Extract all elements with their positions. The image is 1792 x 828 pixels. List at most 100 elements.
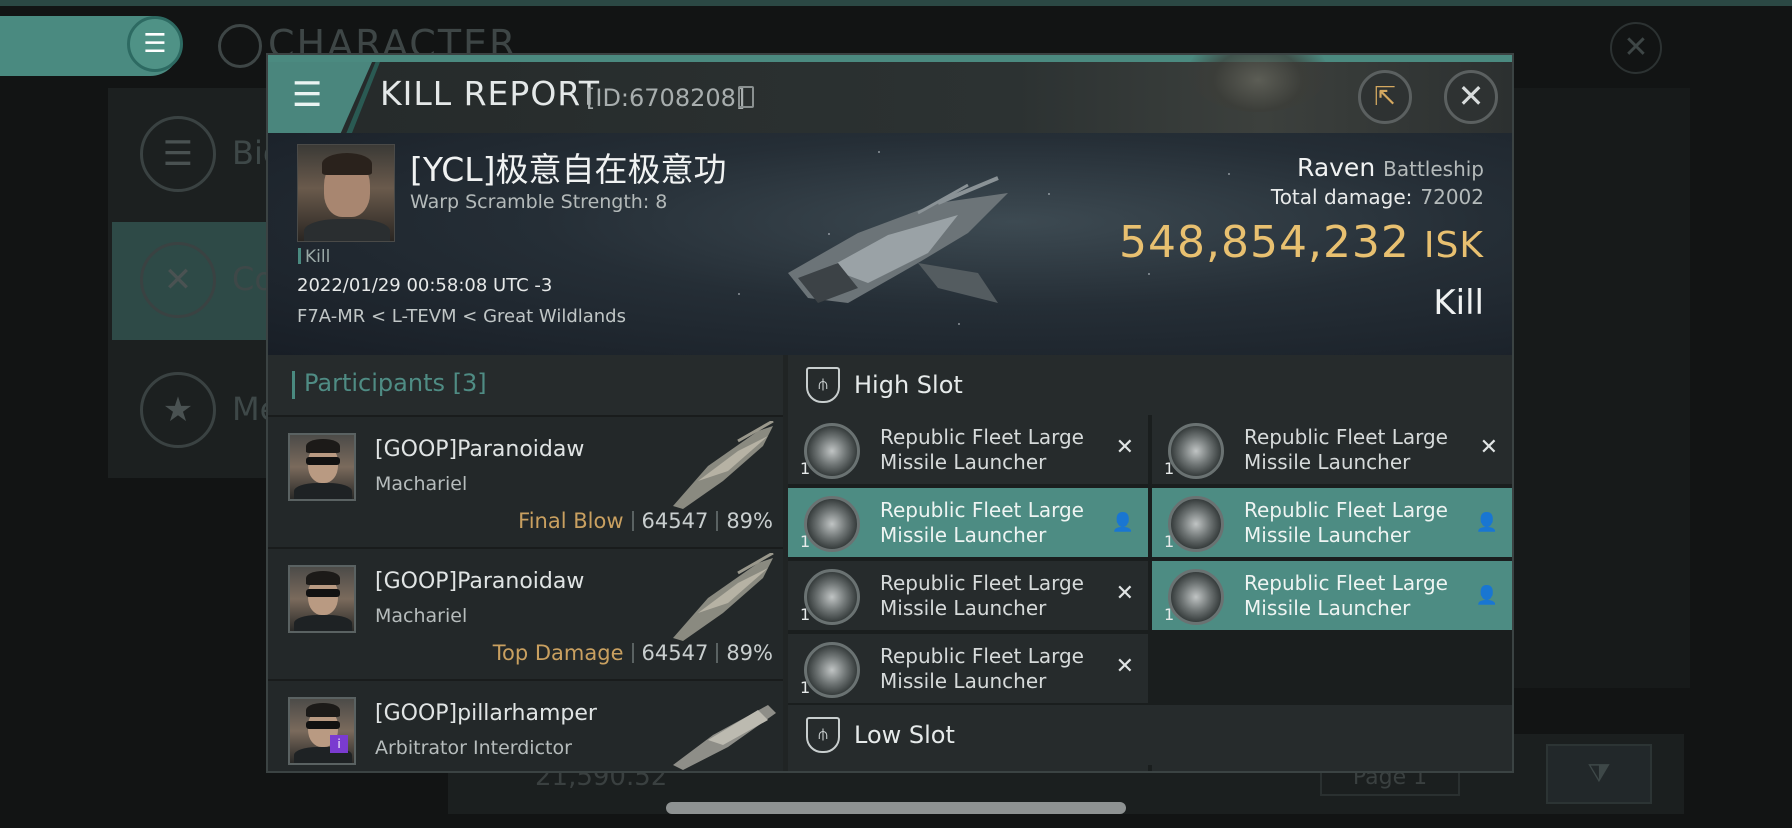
missile-launcher-icon [1168, 569, 1224, 625]
module-name: Republic Fleet Large Missile Launcher [880, 425, 1084, 474]
menu-button[interactable]: ☰ [268, 62, 372, 133]
isk-amount: 548,854,232 [1119, 217, 1410, 268]
destroyed-icon: ✕ [1115, 435, 1134, 460]
participant-ship-image [673, 421, 774, 509]
info-badge-icon: i [330, 735, 348, 753]
module-item[interactable] [1152, 765, 1512, 771]
avatar[interactable] [288, 433, 356, 501]
participant-name: [GOOP]Paranoidaw [375, 437, 585, 462]
star-icon: ★ [140, 372, 216, 448]
ship-type: Raven [1297, 153, 1376, 182]
header-accent-bar [292, 371, 295, 399]
modal-title: KILL REPORT [380, 74, 600, 113]
module-name: Republic Fleet Large Missile Launcher [1244, 498, 1448, 547]
background-list-panel [1500, 88, 1690, 688]
module-item[interactable]: 1 Republic Fleet Large Missile Launcher … [788, 415, 1148, 486]
destroyed-icon: ✕ [1479, 435, 1498, 460]
swords-icon: ✕ [140, 242, 216, 318]
participants-header[interactable]: Participants [3] [268, 355, 783, 415]
ship-name[interactable]: Raven Battleship [1297, 153, 1484, 182]
close-button[interactable]: ✕ [1444, 70, 1498, 124]
victim-name[interactable]: [YCL]极意自在极意功 [410, 143, 727, 191]
dropped-person-icon: 👤 [1475, 585, 1498, 606]
character-close-icon[interactable]: ✕ [1610, 22, 1662, 74]
participant-ship-image [673, 705, 776, 770]
missile-launcher-icon [804, 569, 860, 625]
participant-damage: 64547 [641, 641, 709, 665]
participant-percent: 89% [726, 509, 773, 533]
module-quantity: 1 [1164, 605, 1175, 624]
module-name: Republic Fleet Large Missile Launcher [880, 571, 1084, 620]
module-item[interactable]: 1 Republic Fleet Large Missile Launcher … [788, 634, 1148, 705]
kill-datetime: 2022/01/29 00:58:08 UTC -3 [297, 275, 553, 296]
victim-portrait[interactable] [297, 144, 395, 242]
copy-icon[interactable] [738, 86, 754, 108]
victim-banner: [YCL]极意自在极意功 Warp Scramble Strength: 8 K… [268, 133, 1512, 355]
low-slot-icon: ⫛ [806, 717, 840, 753]
module-name: Republic Fleet Large Missile Launcher [880, 644, 1084, 693]
high-slot-icon: ⫛ [806, 367, 840, 403]
participant-tag: Top Damage [492, 641, 624, 665]
participant-row[interactable]: i [GOOP]pillarhamper Arbitrator Interdic… [268, 679, 783, 771]
main-menu-icon[interactable]: ☰ [127, 16, 183, 72]
module-item[interactable]: 1 Republic Fleet Large Missile Launcher … [1152, 561, 1512, 632]
participant-ship: Arbitrator Interdictor [375, 737, 572, 759]
dropped-person-icon: 👤 [1111, 512, 1134, 533]
high-slot-label: High Slot [854, 371, 963, 399]
isk-value: 548,854,232 ISK [1119, 217, 1484, 268]
kill-tag-label: Kill [305, 247, 331, 267]
participant-ship-image [673, 553, 774, 641]
filter-button[interactable]: ⧩ [1546, 744, 1652, 804]
participant-percent: 89% [726, 641, 773, 665]
missile-launcher-icon [804, 642, 860, 698]
low-slot-label: Low Slot [854, 721, 955, 749]
module-quantity: 1 [800, 532, 811, 551]
participant-name: [GOOP]Paranoidaw [375, 569, 585, 594]
fitting-panel: ⫛ High Slot 1 Republic Fleet Large Missi… [788, 355, 1512, 771]
total-damage-label: Total damage: [1270, 185, 1413, 209]
close-icon: ✕ [1457, 77, 1485, 115]
module-quantity: 1 [800, 605, 811, 624]
character-icon [218, 24, 262, 68]
menu-icon: ☰ [292, 75, 323, 115]
module-item[interactable]: 1 Republic Fleet Large Missile Launcher … [1152, 415, 1512, 486]
module-item[interactable]: 1 Republic Fleet Large Missile Launcher … [788, 488, 1148, 559]
participants-panel: Participants [3] [GOOP]Paranoidaw Machar… [268, 355, 783, 771]
filter-icon: ⧩ [1587, 759, 1611, 789]
module-item[interactable] [788, 765, 1148, 771]
destroyed-icon: ✕ [1115, 654, 1134, 679]
participant-row[interactable]: [GOOP]Paranoidaw Machariel Top Damage 645… [268, 547, 783, 679]
module-item[interactable]: 1 Republic Fleet Large Missile Launcher … [788, 561, 1148, 632]
missile-launcher-icon [1168, 496, 1224, 552]
participants-title: Participants [304, 369, 445, 397]
participant-row[interactable]: [GOOP]Paranoidaw Machariel Final Blow 645… [268, 415, 783, 547]
missile-launcher-icon [804, 423, 860, 479]
list-icon: ☰ [140, 116, 216, 192]
participant-damage: 64547 [641, 509, 709, 533]
kill-tag: Kill [298, 247, 330, 267]
avatar[interactable] [288, 565, 356, 633]
module-item[interactable]: 1 Republic Fleet Large Missile Launcher … [1152, 488, 1512, 559]
module-quantity: 1 [800, 678, 811, 697]
participants-label: Participants [3] [304, 369, 487, 397]
missile-launcher-icon [1168, 423, 1224, 479]
kill-report-header: ☰ KILL REPORT [ID:6708208] ⇱ ✕ [268, 55, 1512, 133]
ship-class: Battleship [1383, 157, 1484, 181]
participant-ship: Machariel [375, 473, 468, 495]
low-slot-header: ⫛ Low Slot [788, 705, 1512, 765]
result-label: Kill [1433, 283, 1484, 323]
destroyed-icon: ✕ [1115, 581, 1134, 606]
warp-scramble-strength: Warp Scramble Strength: 8 [410, 191, 668, 213]
share-button[interactable]: ⇱ [1358, 70, 1412, 124]
victim-ship-image[interactable] [768, 173, 1028, 323]
report-id: [ID:6708208] [586, 84, 746, 112]
module-quantity: 1 [1164, 532, 1175, 551]
kill-location[interactable]: F7A-MR < L-TEVM < Great Wildlands [297, 306, 626, 327]
isk-unit: ISK [1423, 225, 1484, 266]
home-indicator-bar[interactable] [666, 802, 1126, 814]
module-name: Republic Fleet Large Missile Launcher [880, 498, 1084, 547]
total-damage-value: 72002 [1420, 185, 1484, 209]
module-name: Republic Fleet Large Missile Launcher [1244, 425, 1448, 474]
dropped-person-icon: 👤 [1475, 512, 1498, 533]
avatar[interactable] [288, 697, 356, 765]
